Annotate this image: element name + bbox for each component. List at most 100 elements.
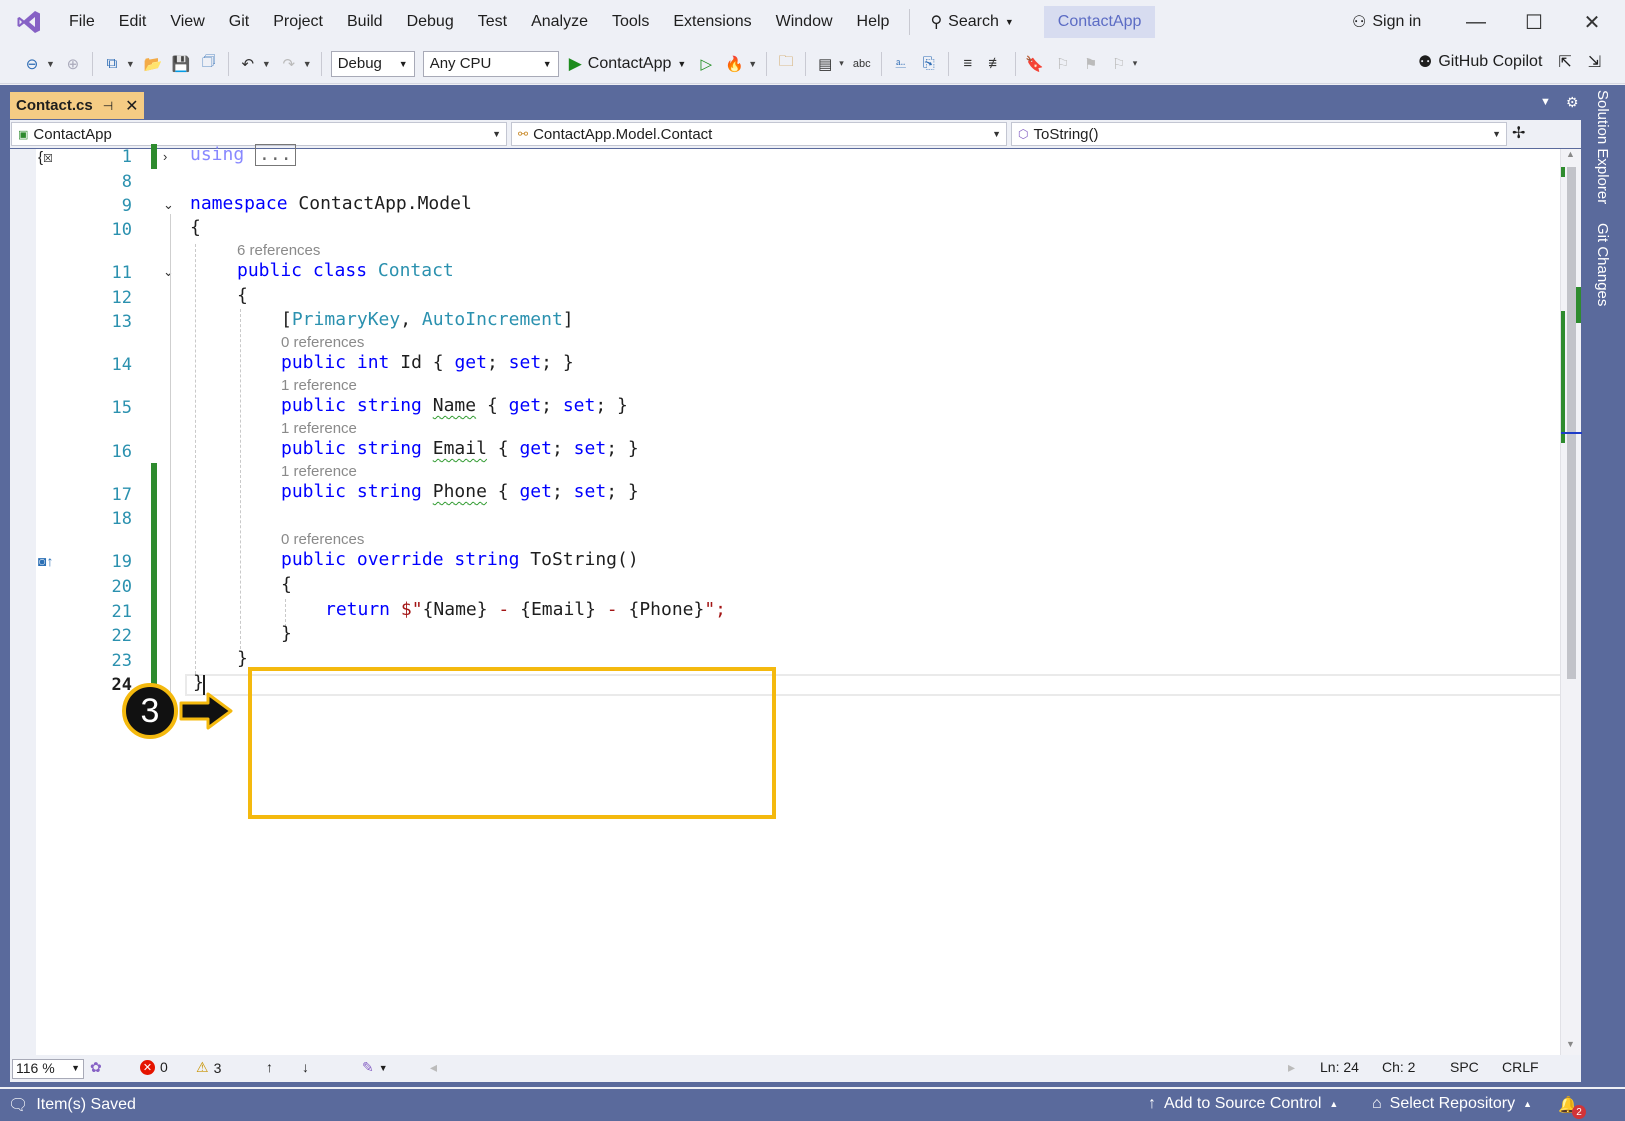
window-layout-icon[interactable]: ▤ <box>812 51 838 77</box>
collapse-icon[interactable]: ⌄ <box>163 197 174 213</box>
close-window-button[interactable]: ✕ <box>1568 6 1616 38</box>
configuration-select[interactable]: Debug ▼ <box>330 50 415 77</box>
select-repository-label: Select Repository <box>1389 1095 1516 1112</box>
github-copilot-button[interactable]: ⚉ GitHub Copilot ⇱ ⇲ <box>1418 52 1601 72</box>
undo-icon[interactable]: ↶ <box>235 51 261 77</box>
intellicode-icon[interactable]: ✿ <box>90 1059 102 1076</box>
comment-lines-icon[interactable]: ≡ <box>955 51 981 77</box>
line-number: 11 <box>111 263 132 283</box>
chevron-down-icon: ▼ <box>398 58 408 69</box>
search-button[interactable]: ⚲ Search ▼ <box>918 7 1025 37</box>
share-icon[interactable]: ⇱ <box>1558 52 1571 72</box>
scroll-right-icon[interactable]: ▸ <box>1288 1059 1295 1076</box>
line-indicator[interactable]: Ln: 24 <box>1320 1059 1359 1075</box>
redo-icon[interactable]: ↷ <box>276 51 302 77</box>
codelens-references[interactable]: 1 reference <box>281 420 357 437</box>
menu-view[interactable]: View <box>158 7 216 37</box>
codelens-references[interactable]: 1 reference <box>281 377 357 394</box>
type-dropdown[interactable]: ⚯ ContactApp.Model.Contact ▼ <box>511 122 1007 146</box>
menu-extensions[interactable]: Extensions <box>661 7 763 37</box>
clear-bookmarks-icon[interactable]: ⚐ <box>1106 51 1132 77</box>
save-icon[interactable]: 💾 <box>168 51 194 77</box>
format-icon[interactable]: ⎁ <box>888 51 914 77</box>
bookmark-icon[interactable]: 🔖 <box>1022 51 1048 77</box>
tab-overflow-icon[interactable]: ▼ <box>1540 96 1551 108</box>
code-area[interactable]: 1 8 9 10 11 12 13 14 15 16 17 18 19 20 2… <box>10 144 1565 1055</box>
tab-solution-explorer[interactable]: Solution Explorer <box>1594 90 1611 204</box>
maximize-button[interactable]: ☐ <box>1510 6 1558 38</box>
menu-build[interactable]: Build <box>335 7 395 37</box>
warning-count: 3 <box>213 1059 222 1076</box>
codelens-references[interactable]: 0 references <box>281 334 364 351</box>
code-editor[interactable]: {☒ ◙↑ 1 8 9 10 11 12 13 14 15 16 17 18 1… <box>10 144 1582 1055</box>
spell-check-icon[interactable]: abc <box>849 51 875 77</box>
select-repository-button[interactable]: ⌂ Select Repository ▲ <box>1372 1095 1532 1113</box>
add-to-source-control-button[interactable]: ↑ Add to Source Control ▲ <box>1148 1095 1338 1113</box>
sign-in-button[interactable]: ⚇ Sign in <box>1352 6 1421 38</box>
project-dropdown[interactable]: ▣ ContactApp ▼ <box>11 122 507 146</box>
menu-project[interactable]: Project <box>261 7 335 37</box>
codelens-references[interactable]: 1 reference <box>281 463 357 480</box>
navigate-forward-icon[interactable]: ⊕ <box>60 51 86 77</box>
tab-contact-cs[interactable]: Contact.cs ⊣ ✕ <box>10 92 144 119</box>
menu-tools[interactable]: Tools <box>600 7 661 37</box>
pin-icon[interactable]: ⊣ <box>103 99 113 113</box>
notifications-button[interactable]: 🔔 2 <box>1558 1095 1586 1119</box>
split-editor-icon[interactable]: ✢ <box>1512 123 1525 143</box>
line-number: 21 <box>111 602 132 622</box>
next-bookmark-icon[interactable]: ⚑ <box>1078 51 1104 77</box>
zoom-select[interactable]: 116 % ▼ <box>12 1058 84 1079</box>
minimize-button[interactable]: — <box>1452 6 1500 38</box>
scrollbar-thumb[interactable] <box>1567 167 1576 679</box>
scroll-left-icon[interactable]: ◂ <box>430 1059 437 1076</box>
menu-test[interactable]: Test <box>466 7 519 37</box>
previous-bookmark-icon[interactable]: ⚐ <box>1050 51 1076 77</box>
errors-indicator[interactable]: ✕ 0 <box>140 1059 168 1075</box>
collapsed-region[interactable]: ... <box>255 144 296 166</box>
member-dropdown[interactable]: ⬡ ToString() ▼ <box>1011 122 1507 146</box>
expand-icon[interactable]: › <box>163 149 167 164</box>
codelens-references[interactable]: 0 references <box>281 531 364 548</box>
line-ending-indicator[interactable]: CRLF <box>1502 1059 1539 1075</box>
compare-icon[interactable]: ⎘ <box>916 51 942 77</box>
vertical-scrollbar[interactable]: ▲ ▼ <box>1560 149 1582 1055</box>
close-icon[interactable]: ✕ <box>125 96 138 116</box>
message-icon: 🗨 <box>8 1097 29 1114</box>
hot-reload-icon[interactable]: 🔥 <box>721 51 747 77</box>
new-project-icon[interactable]: ⧉ <box>99 51 125 77</box>
warnings-indicator[interactable]: ⚠ 3 <box>196 1059 221 1076</box>
menu-window[interactable]: Window <box>764 7 845 37</box>
solution-explorer-icon[interactable]: 🗀 <box>773 51 799 77</box>
code-cleanup-icon[interactable]: ✎ ▼ <box>362 1059 388 1076</box>
menu-edit[interactable]: Edit <box>107 7 159 37</box>
menu-git[interactable]: Git <box>217 7 261 37</box>
gear-icon[interactable]: ⚙ <box>1566 94 1579 111</box>
whitespace-indicator[interactable]: SPC <box>1450 1059 1479 1075</box>
scroll-down-icon[interactable]: ▼ <box>1566 1039 1575 1049</box>
platform-select[interactable]: Any CPU ▼ <box>422 50 559 77</box>
uncomment-lines-icon[interactable]: ≢ <box>983 51 1009 77</box>
codelens-references[interactable]: 6 references <box>237 242 320 259</box>
feedback-icon[interactable]: ⇲ <box>1588 52 1601 72</box>
char-indicator[interactable]: Ch: 2 <box>1382 1059 1415 1075</box>
menu-file[interactable]: File <box>57 7 107 37</box>
save-all-icon[interactable]: 🗇 <box>196 51 222 77</box>
code-line-20: { <box>281 574 292 595</box>
indent-guide <box>240 309 241 649</box>
visual-studio-logo-icon[interactable] <box>15 8 43 36</box>
menu-debug[interactable]: Debug <box>395 7 466 37</box>
tab-git-changes[interactable]: Git Changes <box>1594 223 1611 306</box>
line-number: 8 <box>121 172 132 192</box>
next-issue-icon[interactable]: ↓ <box>302 1059 309 1075</box>
platform-value: Any CPU <box>429 55 492 72</box>
code-line-14: public int Id { get; set; } <box>281 352 574 373</box>
menu-help[interactable]: Help <box>845 7 902 37</box>
previous-issue-icon[interactable]: ↑ <box>266 1059 273 1075</box>
collapse-icon[interactable]: ⌄ <box>163 264 174 280</box>
scroll-up-icon[interactable]: ▲ <box>1566 149 1575 159</box>
start-without-debugging-icon[interactable]: ▷ <box>693 51 719 77</box>
open-folder-icon[interactable]: 📂 <box>140 51 166 77</box>
start-debugging-button[interactable]: ▶ ContactApp ▼ <box>569 54 687 74</box>
navigate-back-icon[interactable]: ⊖ <box>19 51 45 77</box>
menu-analyze[interactable]: Analyze <box>519 7 600 37</box>
